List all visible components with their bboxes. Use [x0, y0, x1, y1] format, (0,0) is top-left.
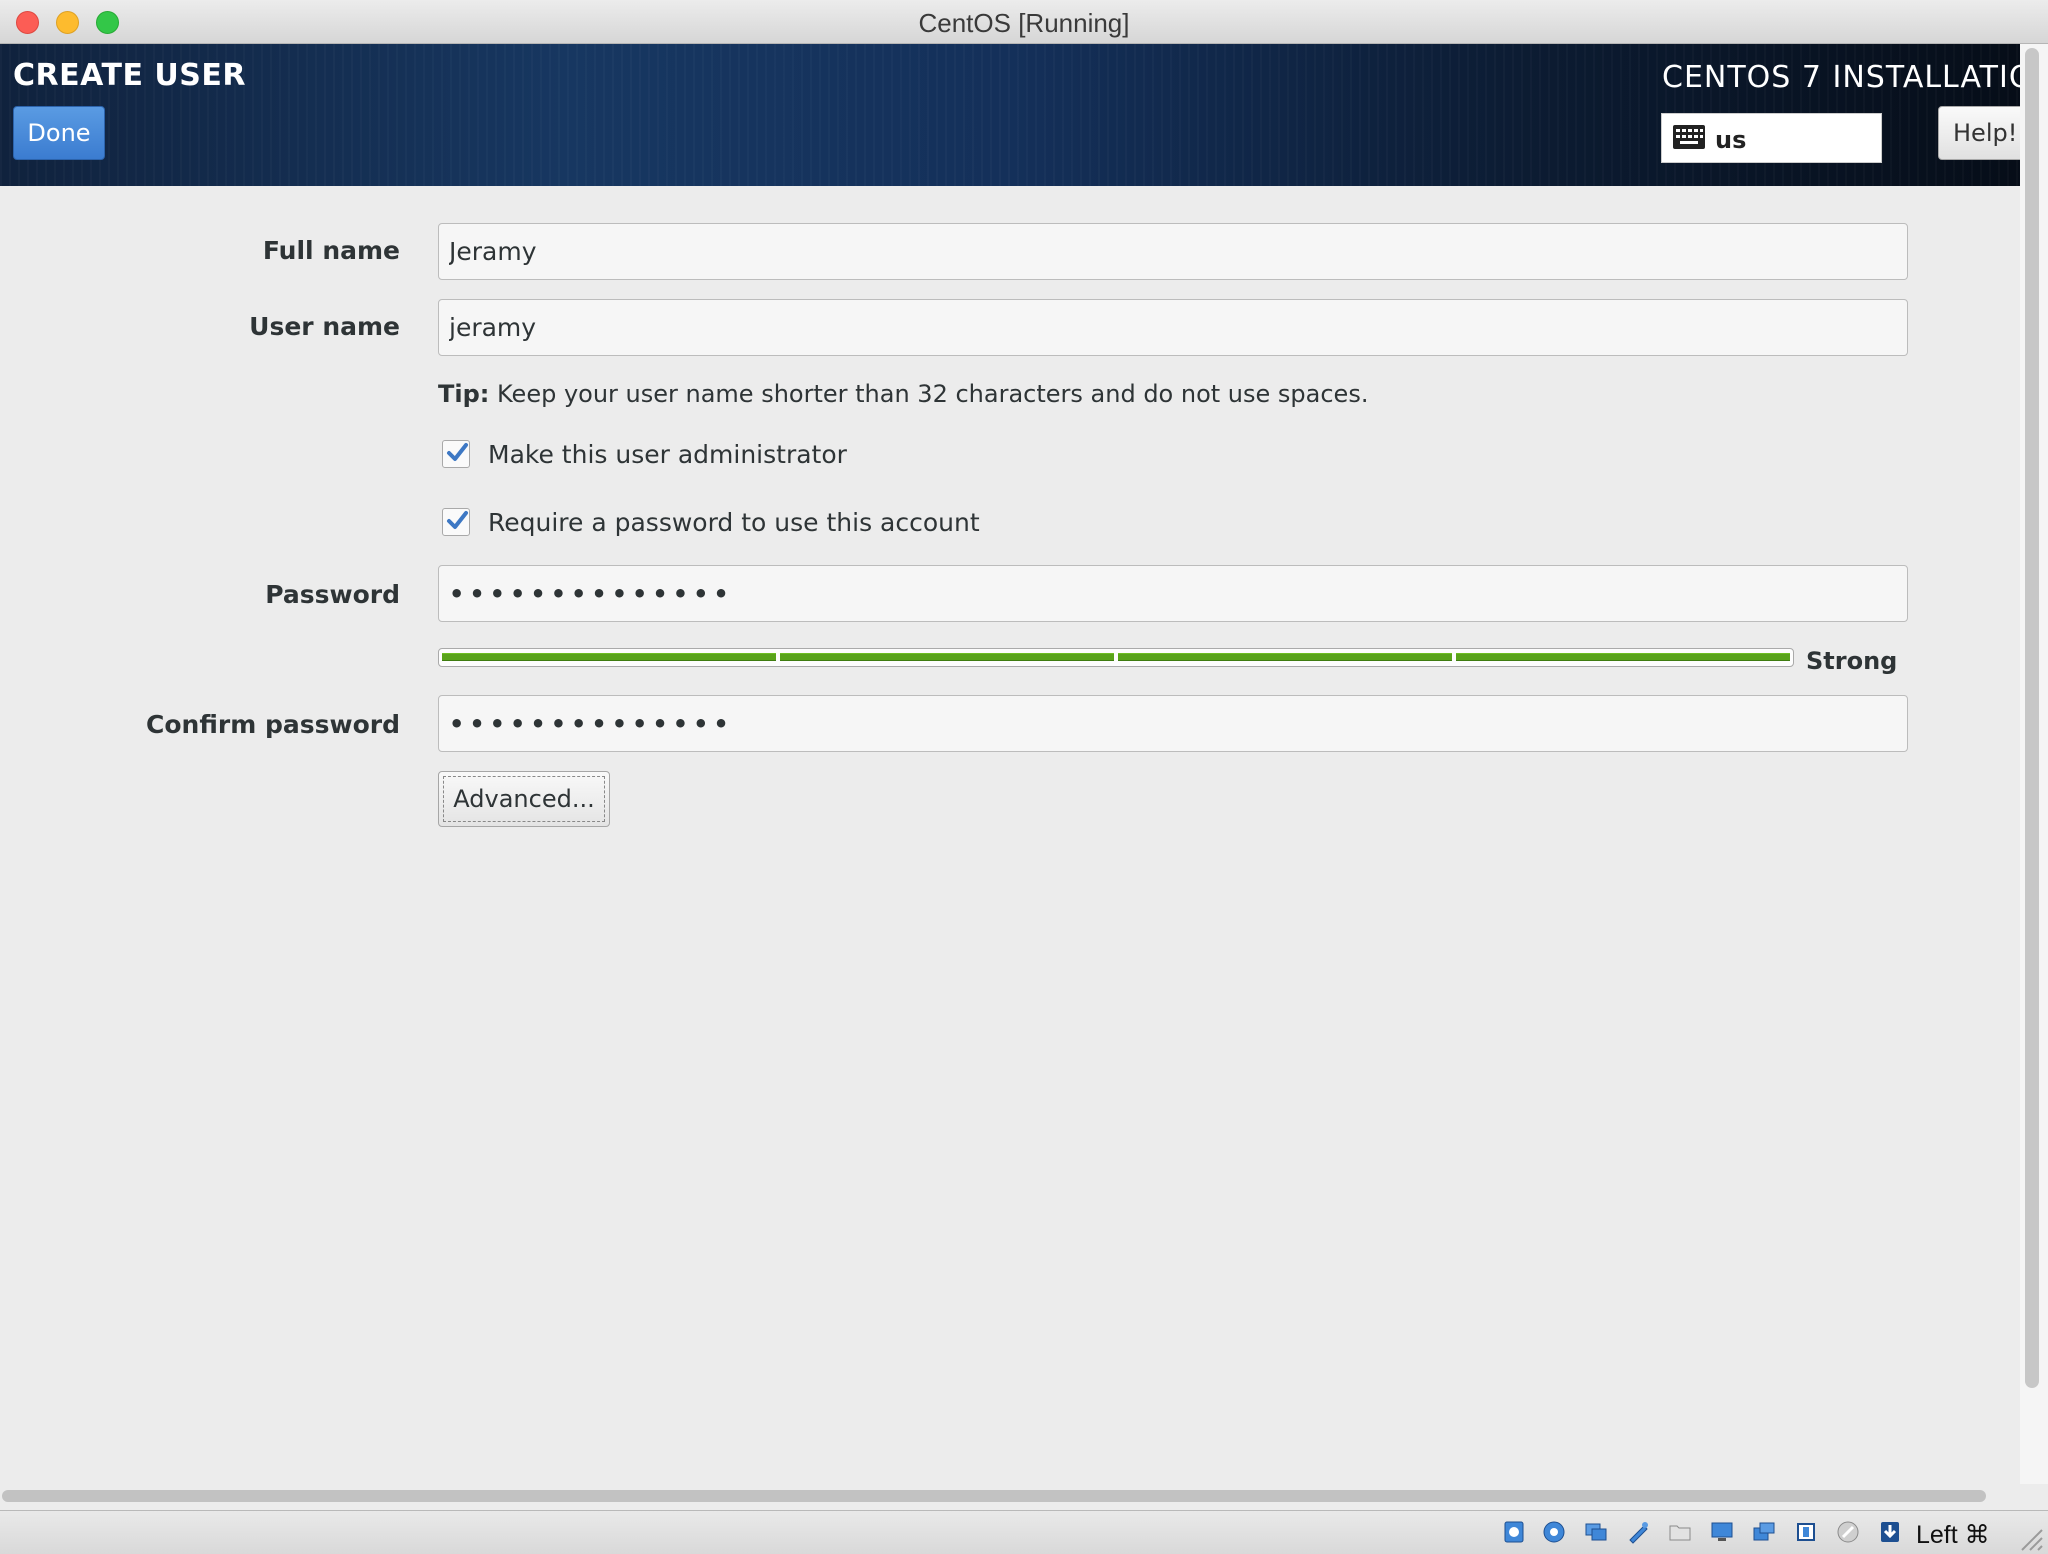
require-password-checkbox-label[interactable]: Require a password to use this account	[488, 508, 980, 537]
optical-drive-icon[interactable]	[1542, 1520, 1566, 1544]
window-title: CentOS [Running]	[918, 8, 1130, 38]
admin-checkbox[interactable]	[442, 440, 470, 468]
resize-grip-icon[interactable]	[2018, 1528, 2044, 1552]
advanced-button-label: Advanced...	[443, 776, 605, 822]
require-password-checkbox[interactable]	[442, 508, 470, 536]
window-titlebar: CentOS [Running]	[0, 0, 2048, 44]
checkmark-icon	[447, 443, 468, 461]
confirm-password-input[interactable]	[438, 695, 1908, 752]
horizontal-scrollbar-thumb[interactable]	[2, 1490, 1986, 1502]
vm-status-bar	[0, 1510, 2048, 1554]
strength-segment	[780, 653, 1114, 661]
user-name-input[interactable]	[438, 299, 1908, 356]
password-strength-label: Strong	[1806, 647, 1898, 675]
page-title: CREATE USER	[13, 58, 246, 93]
installer-header: CREATE USER Done CENTOS 7 INSTALLATION u…	[0, 44, 2020, 186]
advanced-button[interactable]: Advanced...	[438, 771, 610, 827]
mouse-integration-icon[interactable]	[1836, 1520, 1860, 1544]
done-button[interactable]: Done	[13, 106, 105, 160]
username-tip: Tip: Keep your user name shorter than 32…	[438, 380, 1368, 408]
tip-prefix: Tip:	[438, 380, 490, 408]
cpu-icon[interactable]	[1794, 1520, 1818, 1544]
shared-folder-icon[interactable]	[1668, 1520, 1692, 1544]
keyboard-layout-indicator[interactable]: us	[1661, 113, 1882, 163]
password-input[interactable]	[438, 565, 1908, 622]
password-label: Password	[265, 580, 400, 609]
network-icon[interactable]	[1584, 1520, 1608, 1544]
checkmark-icon	[447, 511, 468, 529]
tip-text: Keep your user name shorter than 32 char…	[489, 380, 1369, 408]
full-name-input[interactable]	[438, 223, 1908, 280]
confirm-password-label: Confirm password	[146, 710, 400, 739]
help-button[interactable]: Help!	[1938, 106, 2020, 160]
keyboard-layout-label: us	[1715, 126, 1747, 154]
strength-segment	[1456, 653, 1790, 661]
keyboard-icon	[1673, 125, 1705, 149]
video-capture-icon[interactable]	[1752, 1520, 1776, 1544]
user-name-label: User name	[249, 312, 400, 341]
hard-disk-icon[interactable]	[1502, 1520, 1526, 1544]
full-name-label: Full name	[262, 236, 400, 265]
password-strength-bar	[438, 648, 1794, 667]
usb-icon[interactable]	[1626, 1520, 1650, 1544]
host-key-label: Left ⌘	[1916, 1521, 1990, 1549]
strength-segment	[1118, 653, 1452, 661]
admin-checkbox-label[interactable]: Make this user administrator	[488, 440, 847, 469]
strength-segment	[442, 653, 776, 661]
vertical-scrollbar-thumb[interactable]	[2025, 48, 2039, 1388]
download-icon[interactable]	[1878, 1520, 1902, 1544]
product-title: CENTOS 7 INSTALLATION	[1662, 60, 2020, 95]
display-icon[interactable]	[1710, 1520, 1734, 1544]
